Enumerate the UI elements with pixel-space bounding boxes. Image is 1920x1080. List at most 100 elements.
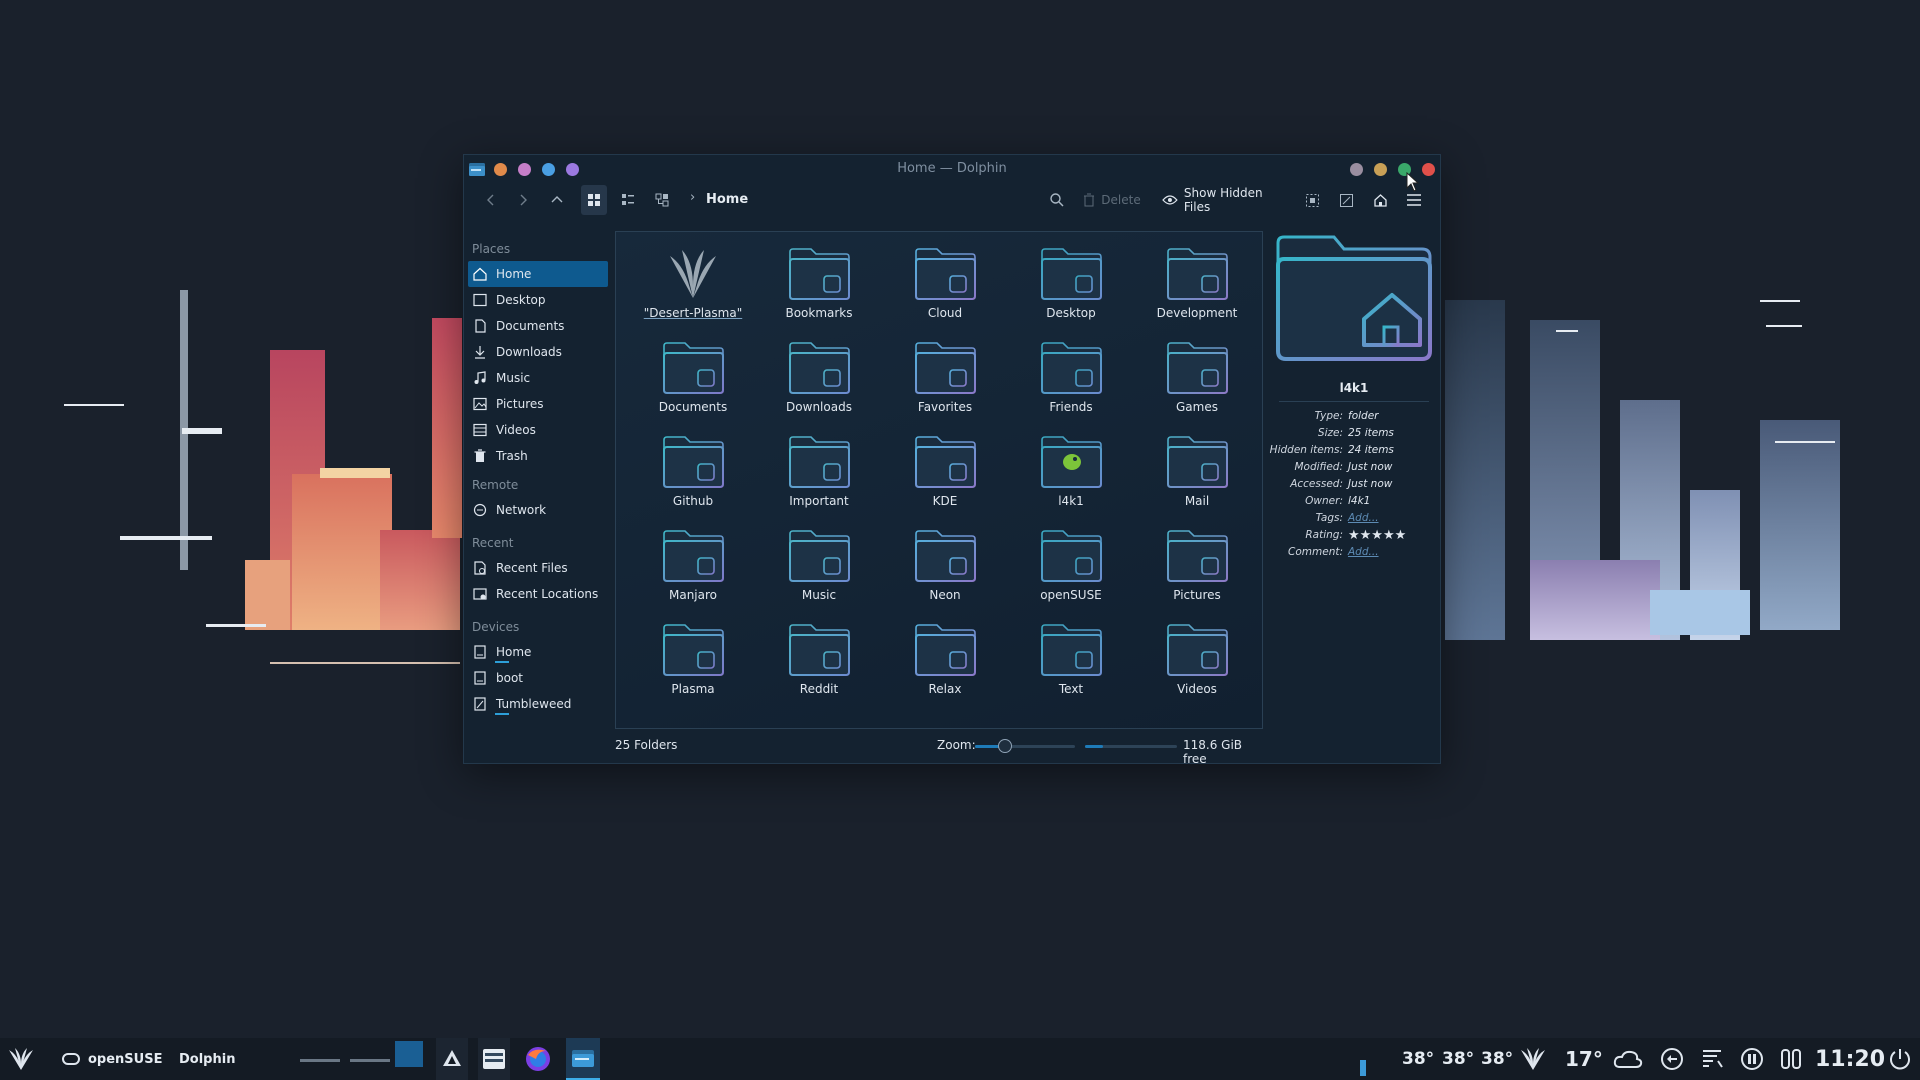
cloud-folder-icon [915, 248, 976, 300]
task-dolphin[interactable] [566, 1038, 600, 1080]
minimize-button[interactable] [1374, 163, 1387, 176]
forward-button[interactable] [510, 185, 536, 215]
folder-item[interactable]: Downloads [756, 332, 882, 426]
sidebar-item-downloads[interactable]: Downloads [468, 339, 608, 365]
folder-item[interactable]: Neon [882, 520, 1008, 614]
folder-item[interactable]: KDE [882, 426, 1008, 520]
info-add-link[interactable]: Add... [1348, 544, 1379, 561]
icons-view-button[interactable] [581, 185, 607, 215]
folder-item[interactable]: Mail [1134, 426, 1260, 520]
grid-view-icon [588, 194, 600, 206]
audio-tray-button[interactable] [1780, 1038, 1802, 1080]
folder-item[interactable]: Favorites [882, 332, 1008, 426]
sidebar-item-device-home[interactable]: Home [468, 639, 608, 665]
folder-item[interactable]: Reddit [756, 614, 882, 708]
chameleon-folder-icon [1041, 436, 1102, 488]
folder-item[interactable]: Cloud [882, 238, 1008, 332]
folder-label: l4k1 [1058, 494, 1084, 508]
folder-item[interactable]: Github [630, 426, 756, 520]
folder-item[interactable]: Music [756, 520, 882, 614]
virtual-desktop-1[interactable] [300, 1038, 340, 1080]
task-app-launcher[interactable] [436, 1038, 468, 1080]
opensuse-icon [62, 1053, 80, 1065]
sidebar-item-recent-locations[interactable]: Recent Locations [468, 581, 608, 607]
folder-item[interactable]: Relax [882, 614, 1008, 708]
plasma-widget-button[interactable] [1518, 1038, 1548, 1080]
compact-view-button[interactable] [615, 185, 641, 215]
close-button[interactable] [1422, 163, 1435, 176]
zoom-label: Zoom: [937, 738, 976, 752]
sidebar-item-music[interactable]: Music [468, 365, 608, 391]
folder-item[interactable]: "Desert-Plasma" [630, 238, 756, 332]
info-row: Owner: l4k1 [1269, 493, 1439, 510]
text-folder-icon [1041, 624, 1102, 676]
active-app-label: Dolphin [179, 1051, 236, 1067]
folder-item[interactable]: Videos [1134, 614, 1260, 708]
folder-item[interactable]: Desktop [1008, 238, 1134, 332]
home-button[interactable] [1367, 185, 1393, 215]
folder-item[interactable]: Documents [630, 332, 756, 426]
clock[interactable]: 11:20 [1815, 1038, 1885, 1080]
sidebar-item-network[interactable]: Network [468, 497, 608, 523]
folder-item[interactable]: Bookmarks [756, 238, 882, 332]
sidebar-item-recent-files[interactable]: Recent Files [468, 555, 608, 581]
sidebar-item-home[interactable]: Home [468, 261, 608, 287]
network-tray-button[interactable] [1700, 1038, 1724, 1080]
info-add-link[interactable]: Add... [1348, 510, 1379, 527]
sidebar-item-label: Network [496, 503, 547, 517]
select-all-button[interactable] [1299, 185, 1325, 215]
devices-header: Devices [472, 620, 520, 634]
invert-selection-button[interactable] [1333, 185, 1359, 215]
recent-header: Recent [472, 536, 514, 550]
sidebar-item-pictures[interactable]: Pictures [468, 391, 608, 417]
folder-item[interactable]: Pictures [1134, 520, 1260, 614]
toolbar: › Home Delete Show Hidden Files [464, 185, 1440, 215]
breadcrumb-home[interactable]: Home [706, 192, 748, 207]
dolphin-icon [572, 1050, 594, 1067]
folder-item[interactable]: Development [1134, 238, 1260, 332]
keep-above-button[interactable] [1350, 163, 1363, 176]
folder-item[interactable]: Manjaro [630, 520, 756, 614]
updates-icon-button[interactable] [1660, 1038, 1684, 1080]
task-firefox[interactable] [522, 1038, 554, 1080]
sidebar-item-trash[interactable]: Trash [468, 443, 608, 469]
up-button[interactable] [544, 185, 570, 215]
folder-item[interactable]: openSUSE [1008, 520, 1134, 614]
zoom-slider-track[interactable] [975, 739, 1075, 753]
power-button[interactable] [1888, 1038, 1912, 1080]
launcher-button[interactable] [4, 1038, 38, 1080]
sidebar-item-tumbleweed[interactable]: Tumbleweed [468, 691, 608, 717]
folder-item[interactable]: Plasma [630, 614, 756, 708]
home-icon [1373, 193, 1387, 207]
sidebar-item-boot[interactable]: boot [468, 665, 608, 691]
virtual-desktop-3[interactable] [395, 1038, 423, 1080]
global-menu-button[interactable]: openSUSE [62, 1038, 162, 1080]
info-key: Rating: [1305, 529, 1343, 541]
folder-item[interactable]: Important [756, 426, 882, 520]
taskbar: openSUSE Dolphin 38° 38° 38° 17° 11:20 [0, 1038, 1920, 1080]
sidebar-item-documents[interactable]: Documents [468, 313, 608, 339]
arrow-right-icon [520, 194, 527, 206]
back-button[interactable] [478, 185, 504, 215]
info-divider [1279, 401, 1429, 402]
rating-stars[interactable]: ★★★★★ [1348, 527, 1406, 544]
folder-item[interactable]: Friends [1008, 332, 1134, 426]
folder-item[interactable]: Games [1134, 332, 1260, 426]
zoom-slider-handle[interactable] [998, 739, 1012, 753]
virtual-desktop-2[interactable] [350, 1038, 390, 1080]
folder-item[interactable]: l4k1 [1008, 426, 1134, 520]
folder-item[interactable]: Text [1008, 614, 1134, 708]
weather-widget[interactable]: 17° [1565, 1038, 1643, 1080]
sidebar-item-videos[interactable]: Videos [468, 417, 608, 443]
desktop-indicator-active [395, 1041, 423, 1067]
cpu-temp-3: 38° [1481, 1049, 1514, 1069]
delete-button[interactable]: Delete [1081, 185, 1143, 215]
task-system-settings[interactable] [478, 1038, 510, 1080]
plasma-logo-icon [670, 250, 716, 298]
media-player-button[interactable] [1740, 1038, 1764, 1080]
documents-folder-icon [663, 342, 724, 394]
sidebar-item-desktop[interactable]: Desktop [468, 287, 608, 313]
search-button[interactable] [1044, 185, 1070, 215]
show-hidden-files-button[interactable]: Show Hidden Files [1162, 185, 1292, 215]
details-view-button[interactable] [649, 185, 675, 215]
